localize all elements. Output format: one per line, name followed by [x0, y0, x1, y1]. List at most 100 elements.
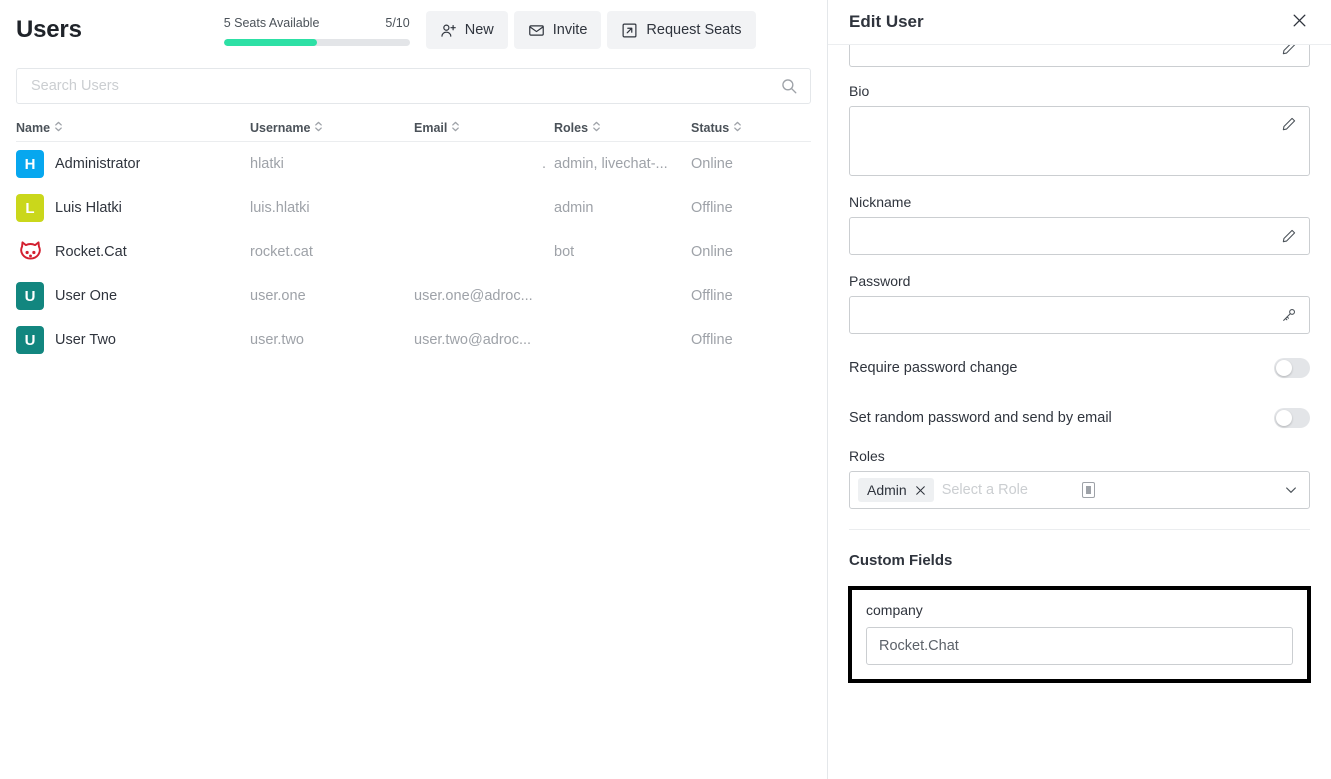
cell-email: user.two@adroc...: [414, 332, 554, 348]
close-panel-button[interactable]: [1287, 10, 1311, 34]
cell-email: user.one@adroc...: [414, 288, 554, 304]
user-name: Rocket.Cat: [55, 244, 127, 260]
roles-placeholder: Select a Role: [942, 482, 1028, 498]
chevron-down-icon[interactable]: [1283, 482, 1299, 498]
column-header-email[interactable]: Email: [414, 121, 554, 135]
cell-roles: bot: [554, 244, 691, 260]
require-password-change-toggle[interactable]: [1274, 358, 1310, 378]
role-chip-label: Admin: [867, 482, 907, 498]
table-row[interactable]: Rocket.Catrocket.catbotOnline: [16, 230, 811, 274]
seats-progress-fill: [224, 39, 317, 46]
request-seats-button-label: Request Seats: [646, 22, 741, 38]
edit-user-header: Edit User: [828, 0, 1331, 45]
bio-label: Bio: [849, 83, 1310, 99]
sort-icon: [592, 121, 601, 135]
roles-select[interactable]: Admin Select a Role: [849, 471, 1310, 509]
cell-name: Rocket.Cat: [16, 238, 250, 266]
user-name: User Two: [55, 332, 116, 348]
invite-button[interactable]: Invite: [514, 11, 602, 49]
cell-name: H Administrator: [16, 150, 250, 178]
password-input-wrapper[interactable]: [849, 296, 1310, 334]
bio-input-wrapper[interactable]: [849, 106, 1310, 176]
random-password-label: Set random password and send by email: [849, 410, 1112, 426]
sort-icon: [733, 121, 742, 135]
users-table-header: Name Username Email: [16, 122, 811, 142]
cell-name: LLuis Hlatki: [16, 194, 250, 222]
avatar: [16, 238, 44, 266]
column-header-status[interactable]: Status: [691, 121, 801, 135]
users-header: Users 5 Seats Available 5/10 New: [0, 0, 827, 60]
custom-field-input-company[interactable]: Rocket.Chat: [866, 627, 1293, 665]
search-box[interactable]: [16, 68, 811, 104]
column-header-name[interactable]: Name: [16, 121, 250, 135]
table-row[interactable]: UUser Twouser.twouser.two@adroc...Offlin…: [16, 318, 811, 362]
seats-count-label: 5/10: [385, 16, 409, 30]
scrolled-field-partial: [849, 45, 1310, 67]
scrolled-field-input[interactable]: [849, 45, 1310, 67]
column-header-username[interactable]: Username: [250, 121, 414, 135]
section-divider: [849, 529, 1310, 530]
search-input[interactable]: [17, 69, 780, 103]
user-name: User One: [55, 288, 117, 304]
password-label: Password: [849, 273, 1310, 289]
avatar: U: [16, 326, 44, 354]
nickname-input-wrapper[interactable]: [849, 217, 1310, 255]
nickname-field: Nickname: [849, 194, 1310, 255]
invite-button-label: Invite: [553, 22, 588, 38]
cell-username: user.one: [250, 288, 414, 304]
cell-username: luis.hlatki: [250, 200, 414, 216]
users-pane: Users 5 Seats Available 5/10 New: [0, 0, 828, 779]
table-row[interactable]: UUser Oneuser.oneuser.one@adroc...Offlin…: [16, 274, 811, 318]
new-button-label: New: [465, 22, 494, 38]
table-row[interactable]: HAdministratorhlatki.admin, livechat-...…: [16, 142, 811, 186]
avatar: H: [16, 150, 44, 178]
app-root: Users 5 Seats Available 5/10 New: [0, 0, 1331, 779]
search-wrapper: [0, 60, 827, 104]
envelope-icon: [528, 22, 545, 39]
user-name: Administrator: [55, 156, 140, 172]
sort-icon: [451, 121, 460, 135]
search-icon[interactable]: [780, 77, 810, 95]
cell-roles: admin, livechat-...: [554, 156, 691, 172]
page-title: Users: [16, 16, 82, 44]
users-table: Name Username Email: [0, 122, 827, 362]
close-icon: [1291, 12, 1308, 32]
new-button[interactable]: New: [426, 11, 508, 49]
sort-icon: [54, 121, 63, 135]
random-password-row: Set random password and send by email: [849, 398, 1310, 438]
require-password-change-row: Require password change: [849, 348, 1310, 388]
random-password-toggle[interactable]: [1274, 408, 1310, 428]
bio-input[interactable]: [850, 107, 1309, 175]
roles-label: Roles: [849, 448, 1310, 464]
edit-user-panel: Edit User: [828, 0, 1331, 779]
seats-usage: 5 Seats Available 5/10: [224, 14, 410, 46]
cell-username: rocket.cat: [250, 244, 414, 260]
column-header-roles[interactable]: Roles: [554, 121, 691, 135]
password-input[interactable]: [850, 297, 1309, 333]
scrolled-field-value[interactable]: [850, 45, 1309, 66]
table-row[interactable]: LLuis Hlatkiluis.hlatkiadminOffline: [16, 186, 811, 230]
custom-field-label-company: company: [866, 602, 1293, 618]
cell-name: U User Two: [16, 326, 250, 354]
cell-status: Online: [691, 156, 801, 172]
sort-icon: [314, 121, 323, 135]
users-table-body: HAdministratorhlatki.admin, livechat-...…: [16, 142, 811, 362]
custom-fields-title: Custom Fields: [849, 552, 1310, 569]
user-name: Luis Hlatki: [55, 200, 122, 216]
close-icon[interactable]: [914, 484, 927, 497]
roles-field: Roles Admin Select a Role: [849, 448, 1310, 509]
role-chip-admin[interactable]: Admin: [858, 478, 934, 502]
request-seats-button[interactable]: Request Seats: [607, 11, 755, 49]
seats-available-label: 5 Seats Available: [224, 16, 320, 30]
seats-progress-bar: [224, 39, 410, 46]
toggle-knob: [1276, 360, 1292, 376]
toggle-knob: [1276, 410, 1292, 426]
cell-status: Offline: [691, 288, 801, 304]
nickname-input[interactable]: [850, 218, 1309, 254]
cell-status: Offline: [691, 332, 801, 348]
custom-field-highlight-box: company Rocket.Chat: [848, 586, 1311, 683]
bio-field: Bio: [849, 83, 1310, 176]
require-password-change-label: Require password change: [849, 360, 1017, 376]
user-plus-icon: [440, 22, 457, 39]
edit-user-body: Bio Nickname: [828, 45, 1331, 779]
